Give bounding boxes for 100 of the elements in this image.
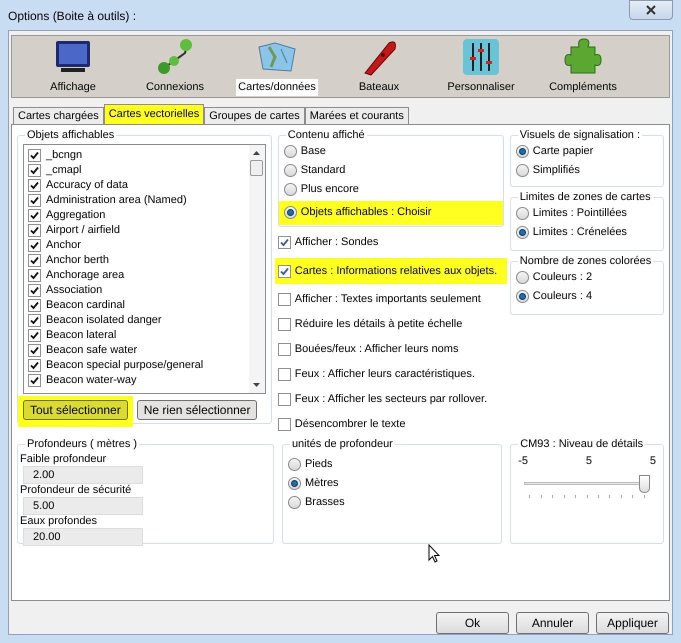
group-title: Limites de zones de cartes: [518, 190, 652, 205]
close-icon: [646, 5, 656, 15]
checkbox[interactable]: [28, 328, 41, 342]
radio-label: Limites : Crénelées: [532, 225, 627, 240]
radio-label: Pieds: [304, 457, 332, 472]
checkbox[interactable]: [28, 374, 41, 386]
checkbox[interactable]: [28, 148, 41, 162]
dialog-button[interactable]: Ok: [436, 612, 509, 634]
field-label: Profondeur de sécurité: [20, 484, 132, 496]
list-item[interactable]: Beacon lateral: [46, 326, 116, 344]
checkbox[interactable]: [28, 178, 41, 192]
list-item[interactable]: _bcngn: [46, 146, 82, 164]
checkbox[interactable]: [278, 264, 291, 278]
radio-label: Couleurs : 2: [532, 270, 592, 286]
scrollbar[interactable]: [248, 144, 265, 392]
group-title: unités de profondeur: [290, 437, 394, 452]
depth-field[interactable]: 2.00: [23, 466, 143, 484]
dialog-button[interactable]: Annuler: [516, 612, 589, 634]
list-item[interactable]: Accuracy of data: [46, 176, 128, 194]
radio-button[interactable]: [516, 290, 529, 303]
tab[interactable]: Cartes vectorielles: [104, 104, 204, 124]
detail-slider[interactable]: [524, 475, 650, 495]
list-item[interactable]: Beacon isolated danger: [46, 312, 162, 328]
group-title: Contenu affiché: [286, 128, 366, 143]
checkbox[interactable]: [278, 236, 291, 249]
radio-button[interactable]: [516, 145, 529, 158]
toolbar-item[interactable]: Compléments: [547, 79, 619, 96]
checkbox[interactable]: [28, 238, 41, 252]
radio-button[interactable]: [288, 496, 301, 509]
radio-label: Simplifiés: [532, 163, 580, 178]
depth-field[interactable]: 5.00: [23, 496, 143, 514]
slider-thumb[interactable]: [639, 475, 650, 493]
depth-field[interactable]: 20.00: [23, 528, 143, 546]
field-label: Eaux profondes: [20, 514, 98, 528]
radio-label: Objets affichables : Choisir: [300, 205, 432, 220]
toolbar-item[interactable]: Affichage: [48, 79, 98, 96]
group-title: CM93 : Niveau de détails: [519, 437, 644, 452]
radio-button[interactable]: [284, 206, 297, 219]
list-item[interactable]: Beacon safe water: [46, 342, 138, 358]
checkbox[interactable]: [28, 344, 41, 356]
dialog-button[interactable]: Appliquer: [596, 612, 669, 634]
scroll-thumb[interactable]: [250, 160, 264, 176]
checkbox[interactable]: [278, 343, 291, 356]
checkbox[interactable]: [28, 208, 41, 222]
checkbox[interactable]: [28, 314, 41, 326]
toolbar-item[interactable]: Cartes/données: [236, 79, 318, 96]
radio-button[interactable]: [516, 271, 529, 284]
checkbox[interactable]: [278, 418, 291, 431]
toolbar-item[interactable]: Connexions: [144, 79, 206, 96]
list-item[interactable]: Beacon special purpose/general: [46, 356, 204, 374]
checkbox[interactable]: [28, 194, 41, 206]
list-item[interactable]: Airport / airfield: [46, 222, 120, 238]
checkbox-label: Feux : Afficher les secteurs par rollover.: [294, 392, 488, 408]
select-button[interactable]: Ne rien sélectionner: [136, 400, 258, 420]
checkbox[interactable]: [278, 318, 291, 331]
tab[interactable]: Groupes de cartes: [204, 107, 305, 124]
radio-button[interactable]: [284, 183, 297, 196]
list-item[interactable]: Aggregation: [46, 206, 106, 224]
sliders-icon: [461, 37, 501, 78]
list-item[interactable]: Association: [46, 282, 102, 298]
scale-label: -5: [518, 454, 528, 468]
radio-button[interactable]: [284, 145, 297, 158]
close-button[interactable]: [629, 0, 673, 20]
list-item[interactable]: Beacon cardinal: [46, 296, 125, 314]
list-item[interactable]: Administration area (Named): [46, 192, 187, 208]
checkbox[interactable]: [278, 293, 291, 306]
radio-button[interactable]: [516, 207, 529, 220]
checkbox[interactable]: [278, 368, 291, 381]
checkbox[interactable]: [28, 224, 41, 236]
radio-button[interactable]: [516, 226, 529, 239]
checkbox[interactable]: [28, 298, 41, 312]
group-title: Visuels de signalisation :: [518, 128, 642, 143]
radio-label: Brasses: [304, 495, 345, 510]
checkbox[interactable]: [28, 358, 41, 372]
group-title: Profondeurs ( mètres ): [26, 437, 138, 452]
toolbar-item[interactable]: Bateaux: [356, 79, 402, 96]
radio-label: Base: [300, 144, 326, 160]
select-button[interactable]: Tout sélectionner: [23, 400, 128, 420]
radio-button[interactable]: [288, 458, 301, 471]
toolbar-item[interactable]: Personnaliser: [445, 79, 517, 96]
list-item[interactable]: Beacon water-way: [46, 372, 136, 388]
tab[interactable]: Marées et courants: [304, 107, 409, 124]
checkbox[interactable]: [28, 164, 41, 176]
list-item[interactable]: _cmapl: [46, 162, 82, 178]
tab[interactable]: Cartes chargées: [13, 107, 104, 124]
radio-label: Carte papier: [532, 144, 594, 160]
checkbox[interactable]: [278, 393, 291, 406]
field-label: Faible profondeur: [20, 452, 108, 466]
checkbox[interactable]: [28, 268, 41, 282]
radio-label: Mètres: [304, 476, 339, 492]
list-item[interactable]: Anchorage area: [46, 266, 124, 284]
radio-button[interactable]: [288, 477, 301, 490]
radio-button[interactable]: [516, 164, 529, 177]
list-item[interactable]: Anchor berth: [46, 252, 109, 268]
checkbox[interactable]: [28, 254, 41, 266]
list-item[interactable]: Anchor: [46, 236, 81, 254]
radio-label: Limites : Pointillées: [532, 206, 627, 222]
radio-button[interactable]: [284, 164, 297, 177]
checkbox[interactable]: [28, 284, 41, 296]
checkbox-label: Afficher : Textes importants seulement: [294, 292, 481, 308]
